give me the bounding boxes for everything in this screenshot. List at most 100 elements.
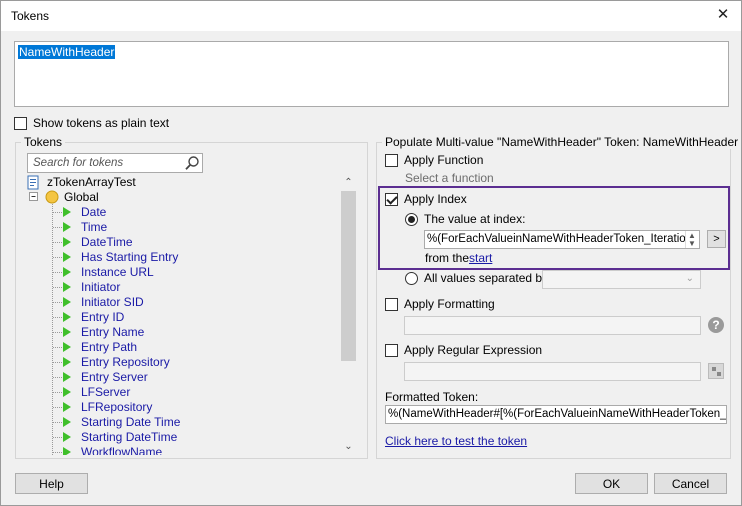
search-icon[interactable] — [184, 155, 200, 171]
tokens-dialog: Tokens ✕ NameWithHeader Show tokens as p… — [0, 0, 742, 506]
tree-item[interactable]: Initiator SID — [53, 295, 273, 310]
tree-item-label: Initiator — [81, 280, 121, 294]
tree-root-label: zTokenArrayTest — [47, 175, 136, 189]
regex-input[interactable] — [404, 362, 701, 381]
formatted-token-value: %(NameWithHeader#[%(ForEachValueinNameWi… — [388, 408, 727, 420]
index-value-input[interactable]: %(ForEachValueinNameWithHeaderToken_Iter… — [424, 230, 700, 249]
all-values-radio[interactable] — [405, 272, 418, 285]
search-input[interactable] — [28, 154, 178, 172]
tree-item-label: Entry ID — [81, 310, 125, 324]
play-icon — [63, 222, 71, 232]
tree-item[interactable]: Entry Name — [53, 325, 273, 340]
tree-item[interactable]: Initiator — [53, 280, 273, 295]
close-button[interactable]: ✕ — [711, 4, 735, 28]
spinner-down-icon[interactable]: ▼ — [688, 240, 696, 248]
tree-item[interactable]: Starting DateTime — [53, 430, 273, 445]
play-icon — [63, 237, 71, 247]
scroll-up-icon[interactable]: ⌃ — [340, 175, 357, 191]
play-icon — [63, 297, 71, 307]
help-button[interactable]: Help — [15, 473, 88, 494]
index-more-button[interactable]: > — [707, 230, 726, 248]
index-value-text: %(ForEachValueinNameWithHeaderToken_Iter… — [427, 233, 696, 245]
play-icon — [63, 447, 71, 455]
tree-item[interactable]: Entry Path — [53, 340, 273, 355]
tree-item[interactable]: Entry Server — [53, 370, 273, 385]
play-icon — [63, 372, 71, 382]
tree-item-label: DateTime — [81, 235, 133, 249]
test-token-link[interactable]: Click here to test the token — [385, 434, 527, 448]
select-function-hint: Select a function — [405, 171, 494, 185]
tree-item[interactable]: Entry Repository — [53, 355, 273, 370]
tree-item-label: Starting DateTime — [81, 430, 178, 444]
cancel-button[interactable]: Cancel — [654, 473, 727, 494]
apply-function-checkbox[interactable] — [385, 154, 398, 167]
apply-regex-checkbox[interactable] — [385, 344, 398, 357]
tree-item-label: Entry Server — [81, 370, 148, 384]
all-values-label: All values separated by: — [424, 271, 552, 285]
tree-item[interactable]: Has Starting Entry — [53, 250, 273, 265]
play-icon — [63, 357, 71, 367]
tree-item-label: Time — [81, 220, 108, 234]
value-at-index-radio[interactable] — [405, 213, 418, 226]
tree-item[interactable]: Entry ID — [53, 310, 273, 325]
document-icon — [27, 175, 39, 190]
separator-select[interactable]: ⌄ — [542, 270, 701, 289]
tree-item-label: Starting Date Time — [81, 415, 181, 429]
show-plain-label: Show tokens as plain text — [33, 116, 170, 130]
play-icon — [63, 312, 71, 322]
tree-root[interactable]: zTokenArrayTest — [25, 175, 275, 190]
show-plain-checkbox[interactable] — [14, 117, 27, 130]
scroll-thumb[interactable] — [341, 191, 356, 361]
index-spinner[interactable]: ▲ ▼ — [685, 231, 699, 248]
play-icon — [63, 342, 71, 352]
tree-item-label: Entry Repository — [81, 355, 170, 369]
tree-item[interactable]: DateTime — [53, 235, 273, 250]
play-icon — [63, 402, 71, 412]
tree-item[interactable]: Starting Date Time — [53, 415, 273, 430]
tree-item-label: Entry Path — [81, 340, 138, 354]
tree-item-label: Entry Name — [81, 325, 145, 339]
play-icon — [63, 282, 71, 292]
scroll-down-icon[interactable]: ⌄ — [340, 439, 357, 455]
tree-item[interactable]: Time — [53, 220, 273, 235]
title-bar: Tokens ✕ — [1, 1, 741, 31]
play-icon — [63, 417, 71, 427]
apply-function-label: Apply Function — [404, 153, 484, 167]
help-icon[interactable]: ? — [708, 317, 724, 333]
apply-formatting-label: Apply Formatting — [404, 297, 495, 311]
window-title: Tokens — [11, 9, 50, 23]
regex-builder-icon[interactable] — [708, 363, 724, 379]
apply-index-checkbox[interactable] — [385, 193, 398, 206]
formatted-token-label: Formatted Token: — [385, 390, 479, 404]
tree-item-label: Instance URL — [81, 265, 154, 279]
tree-item-label: LFServer — [81, 385, 131, 399]
tokens-group-title: Tokens — [21, 135, 66, 149]
tree-item[interactable]: Date — [53, 205, 273, 220]
apply-regex-label: Apply Regular Expression — [404, 343, 543, 357]
ok-button[interactable]: OK — [575, 473, 648, 494]
token-tree: zTokenArrayTest Global Date Time DateTime H… — [25, 175, 355, 455]
play-icon — [63, 387, 71, 397]
play-icon — [63, 252, 71, 262]
tree-item-label: Date — [81, 205, 107, 219]
populate-group-title: Populate Multi-value "NameWithHeader" To… — [382, 135, 742, 149]
tree-scrollbar[interactable]: ⌃ ⌄ — [340, 175, 357, 455]
token-text-area[interactable]: NameWithHeader — [14, 41, 729, 107]
apply-formatting-checkbox[interactable] — [385, 298, 398, 311]
start-link[interactable]: start — [469, 251, 492, 265]
formatting-input[interactable] — [404, 316, 701, 335]
tree-item[interactable]: WorkflowName — [53, 445, 273, 455]
tree-item[interactable]: LFServer — [53, 385, 273, 400]
tree-item-label: Initiator SID — [81, 295, 144, 309]
play-icon — [63, 207, 71, 217]
tree-item-label: WorkflowName — [81, 445, 163, 455]
token-text: NameWithHeader — [18, 45, 116, 59]
search-box[interactable] — [27, 153, 203, 173]
tree-item[interactable]: LFRepository — [53, 400, 273, 415]
formatted-token-field[interactable]: %(NameWithHeader#[%(ForEachValueinNameWi… — [385, 405, 727, 424]
from-the-label: from the — [425, 251, 470, 265]
play-icon — [63, 432, 71, 442]
tree-item[interactable]: Instance URL — [53, 265, 273, 280]
chevron-down-icon: ⌄ — [685, 273, 694, 284]
apply-index-label: Apply Index — [404, 192, 467, 206]
